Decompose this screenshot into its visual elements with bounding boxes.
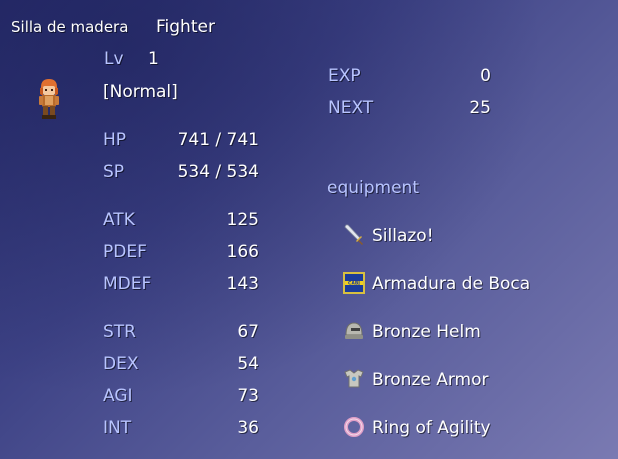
str-label: STR [103, 322, 136, 342]
equipment-item-weapon[interactable]: Sillazo! [372, 226, 434, 246]
int-label: INT [103, 418, 132, 438]
str-value: 67 [237, 322, 259, 342]
armor-icon [344, 369, 364, 388]
sp-value: 534 / 534 [177, 162, 259, 182]
agi-value: 73 [237, 386, 259, 406]
equipment-item-helm[interactable]: Bronze Helm [372, 322, 481, 342]
mdef-label: MDEF [103, 274, 152, 294]
sp-label: SP [103, 162, 125, 182]
exp-value: 0 [480, 66, 491, 86]
actor-name: Silla de madera [11, 18, 129, 36]
agi-label: AGI [103, 386, 133, 406]
shield-emblem-icon: CABJ [343, 272, 365, 294]
state-label: [Normal] [103, 82, 178, 102]
equipment-item-shield[interactable]: Armadura de Boca [372, 274, 530, 294]
next-label: NEXT [328, 98, 374, 118]
helmet-icon [345, 322, 363, 339]
int-value: 36 [237, 418, 259, 438]
fighter-sprite-icon [39, 79, 59, 119]
dex-label: DEX [103, 354, 139, 374]
status-window: Silla de madera Fighter Lv 1 [Normal] HP… [0, 0, 618, 459]
equipment-item-accessory[interactable]: Ring of Agility [372, 418, 491, 438]
hp-label: HP [103, 130, 127, 150]
actor-class: Fighter [156, 17, 215, 37]
ring-icon [344, 417, 364, 437]
level-value: 1 [148, 49, 159, 69]
level-label: Lv [104, 49, 124, 69]
mdef-value: 143 [226, 274, 259, 294]
hp-value: 741 / 741 [177, 130, 259, 150]
next-value: 25 [469, 98, 491, 118]
pdef-label: PDEF [103, 242, 147, 262]
equipment-item-armor[interactable]: Bronze Armor [372, 370, 489, 390]
svg-text:CABJ: CABJ [348, 281, 360, 287]
atk-value: 125 [226, 210, 259, 230]
dex-value: 54 [237, 354, 259, 374]
atk-label: ATK [103, 210, 135, 230]
sword-icon [344, 224, 363, 245]
equipment-heading: equipment [327, 178, 419, 198]
exp-label: EXP [328, 66, 361, 86]
pdef-value: 166 [226, 242, 259, 262]
